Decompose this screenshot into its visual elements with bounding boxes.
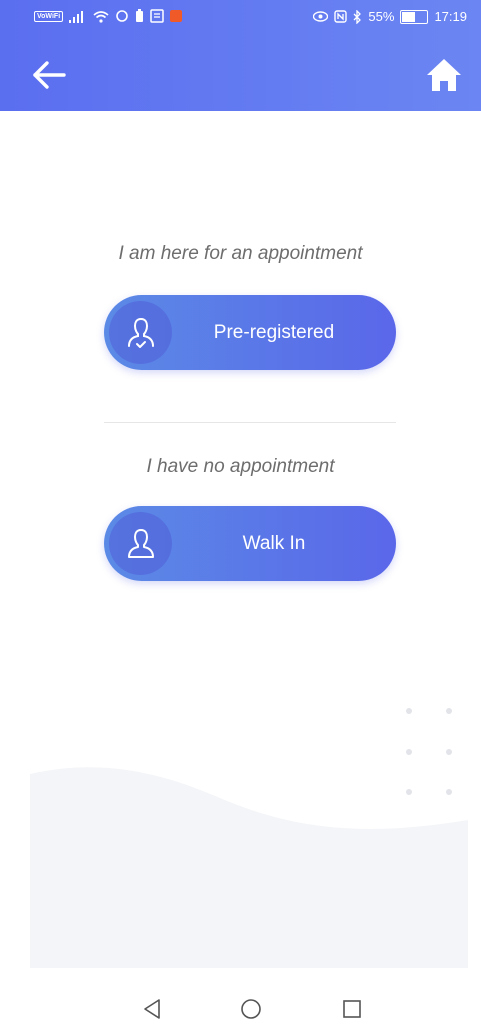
nav-recents-button[interactable] (337, 996, 367, 1022)
recents-square-icon (343, 1000, 361, 1018)
back-triangle-icon (144, 999, 160, 1019)
arrow-left-icon (33, 61, 66, 89)
eye-icon (313, 11, 329, 22)
sync-icon (116, 10, 128, 22)
pre-registered-icon-circle (109, 301, 172, 364)
home-button[interactable] (425, 56, 463, 94)
nav-home-button[interactable] (236, 996, 266, 1022)
decorative-wave (30, 767, 468, 968)
app-bar (0, 36, 481, 111)
home-circle-icon (241, 999, 261, 1019)
user-check-icon (127, 317, 154, 348)
battery-percent: 55% (368, 9, 395, 24)
notification-app-icon (170, 10, 183, 22)
vowifi-badge: VoWiFi (34, 10, 64, 22)
status-right: 55% 17:19 (313, 9, 467, 24)
battery-icon (400, 9, 429, 24)
home-icon (427, 59, 461, 91)
status-bar: VoWiFi 55% 17:19 (0, 0, 481, 36)
walk-in-button[interactable]: Walk In (104, 506, 396, 581)
nav-back-button[interactable] (138, 996, 168, 1022)
news-icon (150, 9, 164, 23)
pre-registered-button[interactable]: Pre-registered (104, 295, 396, 370)
user-icon (127, 528, 154, 558)
system-nav-bar (0, 990, 481, 1027)
pre-registered-label: Pre-registered (213, 321, 335, 343)
divider (104, 422, 396, 423)
wifi-icon (93, 10, 109, 23)
no-appointment-label: I have no appointment (146, 456, 335, 477)
back-button[interactable] (28, 57, 68, 93)
nfc-icon (334, 10, 348, 23)
appointment-label: I am here for an appointment (118, 243, 363, 264)
status-left: VoWiFi (34, 9, 183, 23)
walk-in-icon-circle (109, 512, 172, 575)
clock: 17:19 (434, 9, 467, 24)
bluetooth-icon (353, 9, 362, 24)
walk-in-label: Walk In (242, 532, 306, 554)
signal-icon (69, 10, 84, 23)
battery-saver-icon (136, 9, 144, 22)
